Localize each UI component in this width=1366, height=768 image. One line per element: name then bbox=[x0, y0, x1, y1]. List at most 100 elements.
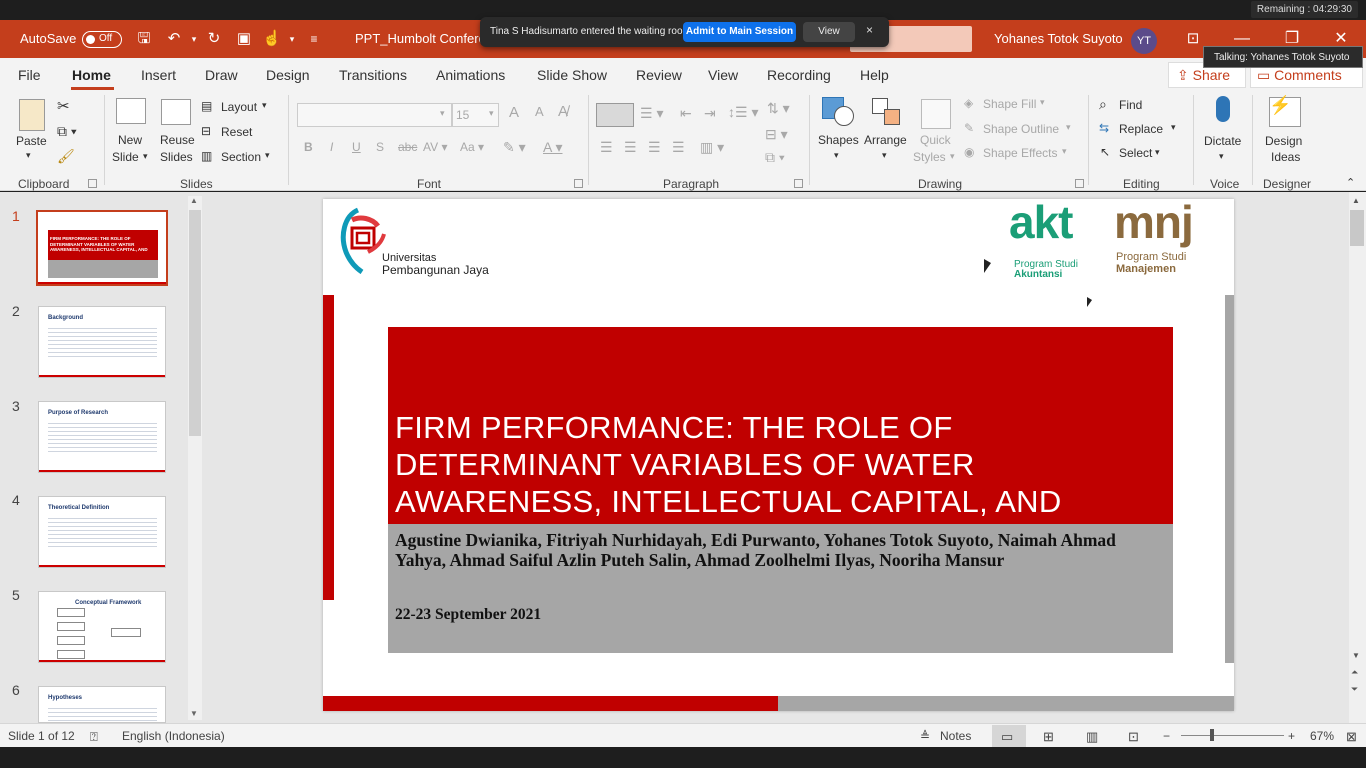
design-ideas-label-2[interactable]: Ideas bbox=[1271, 150, 1300, 164]
previous-slide-icon[interactable]: ⏶ bbox=[1351, 667, 1358, 678]
paste-dropdown-icon[interactable]: ▾ bbox=[26, 150, 31, 161]
quick-styles-label-2[interactable]: Styles bbox=[913, 150, 946, 164]
undo-icon[interactable]: ↶ bbox=[164, 29, 184, 49]
reuse-slides-label-2[interactable]: Slides bbox=[160, 150, 193, 164]
tab-draw[interactable]: Draw bbox=[205, 67, 238, 83]
customize-toolbar-icon[interactable]: ≡ bbox=[304, 29, 324, 49]
numbering-icon[interactable]: ☰ ▾ bbox=[640, 105, 663, 122]
slide-show-icon[interactable]: ⊡ bbox=[1128, 729, 1139, 745]
slide-title-box[interactable]: FIRM PERFORMANCE: THE ROLE OF DETERMINAN… bbox=[388, 327, 1173, 556]
touch-dropdown-icon[interactable]: ▾ bbox=[282, 29, 302, 49]
quick-styles-icon[interactable] bbox=[921, 99, 951, 129]
section-icon[interactable]: ▥ bbox=[201, 149, 212, 163]
new-slide-dropdown-icon[interactable]: ▾ bbox=[143, 151, 148, 162]
view-button[interactable]: View bbox=[803, 22, 855, 42]
bold-icon[interactable]: B bbox=[304, 140, 313, 154]
paste-button[interactable]: Paste bbox=[16, 134, 47, 148]
font-launcher-icon[interactable] bbox=[574, 179, 583, 188]
tab-file[interactable]: File bbox=[18, 67, 41, 83]
change-case-icon[interactable]: Aa ▾ bbox=[460, 140, 484, 154]
quick-styles-dropdown-icon[interactable]: ▾ bbox=[950, 151, 955, 162]
shape-effects-icon[interactable]: ◉ bbox=[964, 145, 974, 159]
tab-animations[interactable]: Animations bbox=[436, 67, 505, 83]
shape-effects-button[interactable]: Shape Effects bbox=[983, 146, 1058, 160]
paragraph-launcher-icon[interactable] bbox=[794, 179, 803, 188]
tab-help[interactable]: Help bbox=[860, 67, 889, 83]
tab-home[interactable]: Home bbox=[72, 67, 111, 83]
decrease-font-icon[interactable]: A bbox=[535, 104, 544, 119]
format-painter-icon[interactable]: 🖌 bbox=[57, 148, 75, 165]
shape-outline-dropdown-icon[interactable]: ▾ bbox=[1066, 122, 1071, 133]
layout-dropdown-icon[interactable]: ▾ bbox=[262, 100, 267, 111]
drawing-launcher-icon[interactable] bbox=[1075, 179, 1084, 188]
accessibility-icon[interactable]: ⍰ bbox=[90, 729, 98, 745]
shape-fill-icon[interactable]: ◈ bbox=[964, 96, 973, 110]
replace-icon[interactable]: ⇆ bbox=[1099, 121, 1109, 135]
redo-icon[interactable]: ↻ bbox=[204, 29, 224, 49]
slide-thumbnail-4[interactable]: Theoretical Definition bbox=[38, 496, 166, 568]
ribbon-display-icon[interactable]: ⊡ bbox=[1183, 29, 1203, 49]
undo-dropdown-icon[interactable]: ▾ bbox=[184, 29, 204, 49]
decrease-indent-icon[interactable]: ⇤ bbox=[680, 105, 692, 122]
shapes-button[interactable]: Shapes bbox=[818, 133, 859, 147]
scroll-up-icon[interactable]: ▲ bbox=[1352, 196, 1360, 205]
slide-thumbnail-1[interactable]: FIRM PERFORMANCE: THE ROLE OF DETERMINAN… bbox=[36, 210, 168, 286]
tab-insert[interactable]: Insert bbox=[141, 67, 176, 83]
slide-thumbnail-3[interactable]: Purpose of Research bbox=[38, 401, 166, 473]
shape-effects-dropdown-icon[interactable]: ▾ bbox=[1062, 146, 1067, 157]
reuse-slides-icon[interactable] bbox=[161, 99, 191, 125]
new-slide-icon[interactable] bbox=[116, 98, 146, 124]
autosave-toggle[interactable]: Off bbox=[82, 31, 122, 48]
layout-button[interactable]: Layout bbox=[221, 100, 257, 114]
slide-sorter-icon[interactable]: ⊞ bbox=[1043, 729, 1054, 745]
microphone-icon[interactable] bbox=[1216, 96, 1230, 122]
replace-dropdown-icon[interactable]: ▾ bbox=[1171, 122, 1176, 133]
slide-scrollbar-thumb[interactable] bbox=[1350, 210, 1364, 246]
tab-transitions[interactable]: Transitions bbox=[339, 67, 407, 83]
text-direction-icon[interactable]: ⇅ ▾ bbox=[767, 100, 790, 117]
tab-review[interactable]: Review bbox=[636, 67, 682, 83]
shadow-icon[interactable]: S bbox=[376, 140, 384, 154]
new-slide-label-2[interactable]: Slide bbox=[112, 150, 139, 164]
next-slide-icon[interactable]: ⏷ bbox=[1351, 684, 1358, 695]
character-spacing-icon[interactable]: AV ▾ bbox=[423, 140, 447, 154]
select-dropdown-icon[interactable]: ▾ bbox=[1155, 147, 1160, 158]
touch-mode-icon[interactable]: ☝ bbox=[262, 29, 282, 49]
align-center-icon[interactable]: ☰ bbox=[624, 139, 637, 156]
highlight-icon[interactable]: ✎ ▾ bbox=[503, 139, 526, 156]
collapse-ribbon-icon[interactable]: ⌃ bbox=[1346, 176, 1355, 189]
zoom-level[interactable]: 67% bbox=[1310, 729, 1334, 743]
scroll-down-icon[interactable]: ▼ bbox=[190, 709, 198, 718]
slide-thumbnail-5[interactable]: Conceptual Framework bbox=[38, 591, 166, 663]
quick-styles-label[interactable]: Quick bbox=[920, 133, 951, 147]
scroll-up-icon[interactable]: ▲ bbox=[190, 196, 198, 205]
tab-view[interactable]: View bbox=[708, 67, 738, 83]
zoom-slider[interactable] bbox=[1181, 735, 1284, 736]
arrange-button[interactable]: Arrange bbox=[864, 133, 907, 147]
shape-outline-button[interactable]: Shape Outline bbox=[983, 122, 1059, 136]
justify-icon[interactable]: ☰ bbox=[672, 139, 685, 156]
italic-icon[interactable]: I bbox=[330, 140, 333, 154]
notes-icon[interactable]: ≜ bbox=[920, 729, 930, 743]
align-right-icon[interactable]: ☰ bbox=[648, 139, 661, 156]
shape-fill-button[interactable]: Shape Fill bbox=[983, 97, 1036, 111]
columns-icon[interactable]: ▥ ▾ bbox=[700, 139, 724, 156]
copy-icon[interactable]: ⧉ ▾ bbox=[57, 123, 77, 140]
paste-icon[interactable] bbox=[19, 99, 45, 131]
strikethrough-icon[interactable]: abc bbox=[398, 140, 417, 154]
cut-icon[interactable]: ✂ bbox=[57, 97, 70, 115]
avatar[interactable]: YT bbox=[1131, 28, 1157, 54]
zoom-out-icon[interactable]: − bbox=[1163, 729, 1170, 743]
section-dropdown-icon[interactable]: ▾ bbox=[265, 150, 270, 161]
reading-view-icon[interactable]: ▥ bbox=[1086, 729, 1098, 745]
zoom-in-icon[interactable]: + bbox=[1288, 729, 1295, 743]
admit-button[interactable]: Admit to Main Session bbox=[683, 22, 796, 42]
fit-to-window-icon[interactable]: ⊠ bbox=[1346, 729, 1357, 745]
notes-button[interactable]: Notes bbox=[940, 729, 971, 743]
user-name[interactable]: Yohanes Totok Suyoto bbox=[994, 31, 1123, 46]
find-button[interactable]: Find bbox=[1119, 98, 1142, 112]
increase-font-icon[interactable]: A bbox=[509, 104, 519, 121]
increase-indent-icon[interactable]: ⇥ bbox=[704, 105, 716, 122]
new-slide-label[interactable]: New bbox=[118, 133, 142, 147]
reset-button[interactable]: Reset bbox=[221, 125, 252, 139]
